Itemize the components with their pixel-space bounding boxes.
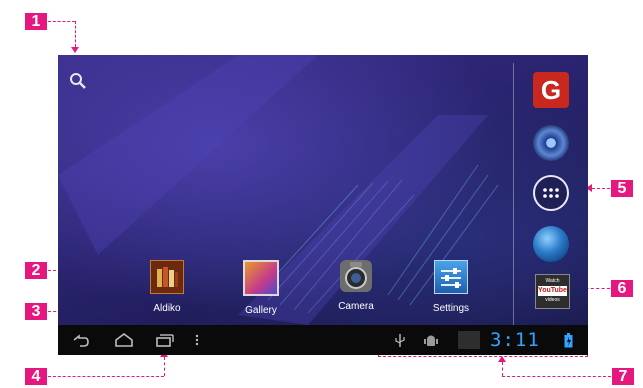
app-label-gallery: Gallery — [245, 305, 277, 316]
callout-1-leader-vertical — [75, 21, 76, 47]
callout-4: 4 — [25, 368, 47, 385]
usb-icon[interactable] — [394, 333, 406, 348]
browser-globe-icon[interactable] — [533, 226, 569, 262]
app-label-settings: Settings — [432, 303, 470, 314]
callout-1-leader — [48, 21, 75, 22]
clock[interactable]: 3:11 — [490, 329, 540, 351]
music-icon[interactable] — [533, 125, 569, 161]
app-label-camera: Camera — [338, 301, 374, 312]
youtube-logo-text: YouTube — [538, 286, 567, 296]
callout-7: 7 — [612, 368, 634, 385]
dock-divider — [513, 63, 514, 325]
all-apps-icon[interactable] — [533, 175, 569, 211]
callout-2: 2 — [25, 262, 47, 279]
callout-6: 6 — [611, 280, 633, 297]
callout-4-leader — [48, 376, 164, 377]
search-icon[interactable] — [68, 71, 88, 91]
callout-5: 5 — [611, 180, 633, 197]
youtube-icon[interactable]: Watch YouTube videos — [535, 274, 570, 309]
youtube-videos-text: videos — [545, 297, 560, 303]
callout-1: 1 — [25, 13, 47, 30]
system-bar: 3:11 — [58, 325, 588, 355]
notification-icon[interactable] — [458, 331, 480, 349]
app-camera[interactable]: Camera — [321, 260, 391, 312]
app-aldiko[interactable]: Aldiko — [132, 260, 202, 314]
callout-7-leader — [502, 376, 611, 377]
android-debug-icon[interactable] — [424, 333, 438, 348]
callout-4-leader-vertical — [164, 357, 165, 376]
camera-lens — [345, 262, 367, 289]
back-icon[interactable] — [72, 332, 90, 348]
gallery-icon — [243, 260, 279, 296]
app-settings[interactable]: Settings — [416, 260, 486, 314]
youtube-watch-text: Watch — [545, 278, 560, 284]
callout-1-arrow — [71, 47, 79, 53]
google-g-icon[interactable]: G — [533, 72, 569, 108]
grid-dots — [543, 188, 559, 198]
menu-icon[interactable] — [194, 332, 200, 348]
battery-icon[interactable] — [564, 333, 573, 348]
aldiko-icon — [150, 260, 184, 294]
books-glyph — [157, 267, 178, 287]
callout-5-leader — [592, 188, 610, 189]
recent-apps-icon[interactable] — [155, 332, 175, 348]
home-icon[interactable] — [114, 332, 134, 348]
app-gallery[interactable]: Gallery — [226, 260, 296, 316]
tablet-home-screen: G Watch YouTube videos Aldiko Gallery Ca… — [58, 55, 588, 355]
callout-7-leader-vertical — [502, 362, 503, 376]
settings-sliders — [441, 268, 461, 288]
settings-icon — [434, 260, 468, 294]
callout-3: 3 — [25, 303, 47, 320]
camera-icon — [340, 260, 372, 292]
app-label-aldiko: Aldiko — [153, 303, 181, 314]
